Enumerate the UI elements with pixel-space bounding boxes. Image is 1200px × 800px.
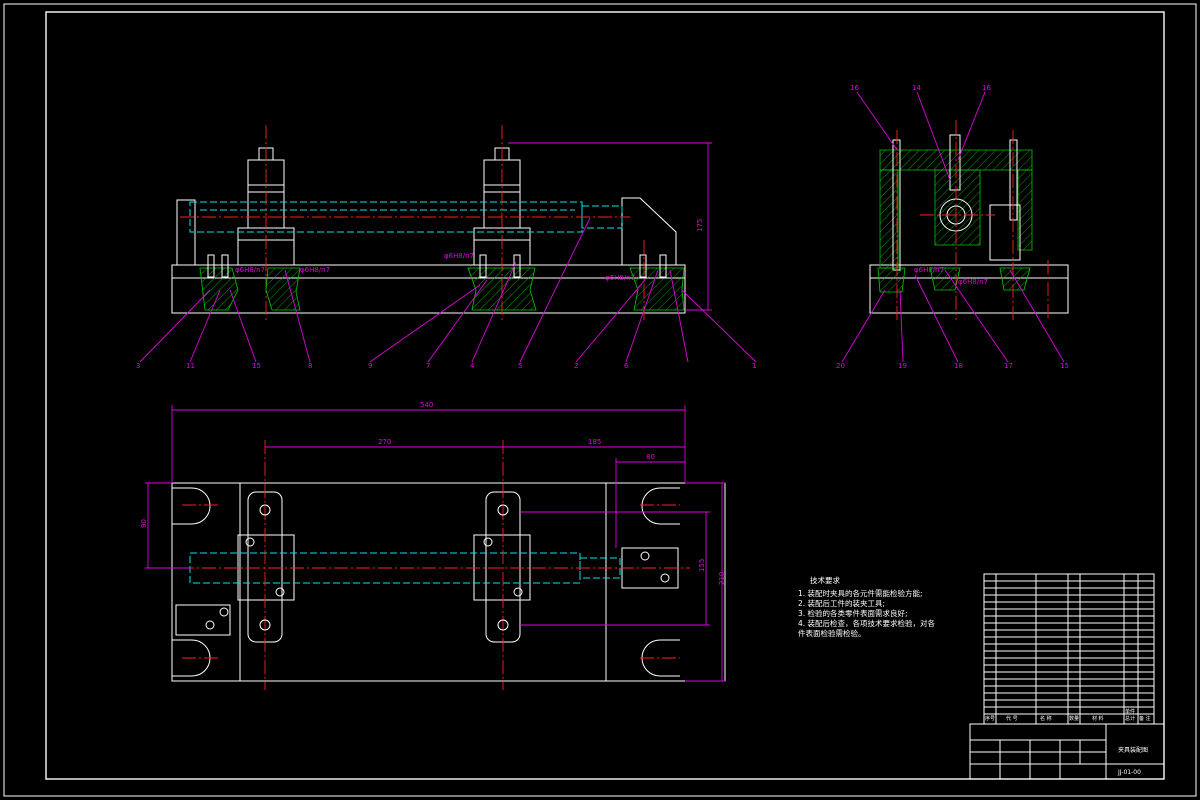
notes-line: 件表面检验需检验。 — [798, 628, 866, 638]
bom-header: 备 注 — [1139, 715, 1151, 722]
dim-90: 90 — [140, 519, 148, 528]
outer-border — [3, 3, 1197, 797]
title-block: 夹具装配图 JJ-01-00 — [969, 723, 1165, 780]
bom-header: 代 号 — [1006, 715, 1018, 722]
balloon: 1 — [752, 362, 756, 370]
balloon: 14 — [912, 84, 921, 92]
notes-line: 2. 装配后工件的装夹工具; — [798, 598, 885, 608]
balloon: 15 — [1060, 362, 1069, 370]
front-view: 175 φ6H8/n7 φ6H8/n7 φ6H8/n7 φ6H8/n7 3 11… — [136, 125, 756, 370]
drawing-title: 夹具装配图 — [1118, 746, 1148, 754]
dim-210: 210 — [718, 572, 726, 585]
balloon: 4 — [470, 362, 475, 370]
balloon: 16 — [982, 84, 991, 92]
balloon: 15 — [252, 362, 261, 370]
bom-header: 数量 — [1069, 715, 1079, 722]
dim-270: 270 — [378, 438, 391, 446]
fit-label: φ6H8/n7 — [958, 278, 988, 286]
fit-label: φ6H8/n7 — [914, 266, 944, 274]
notes-line: 3. 检验的各类零件表面需求良好; — [798, 608, 908, 618]
fit-label: φ6H8/n7 — [235, 266, 265, 274]
notes-line: 1. 装配时夹具的各元件需能检验方能; — [798, 588, 923, 598]
balloon: 18 — [954, 362, 963, 370]
notes-title: 技术要求 — [810, 575, 840, 585]
balloon: 5 — [518, 362, 522, 370]
top-view: 540 270 185 80 90 155 210 — [140, 401, 726, 690]
bom-header: 序号 — [985, 715, 995, 722]
balloon: 6 — [624, 362, 629, 370]
balloon: 8 — [308, 362, 312, 370]
fit-label: φ6H8/n7 — [444, 252, 474, 260]
balloon: 16 — [850, 84, 859, 92]
dim-185: 185 — [588, 438, 601, 446]
balloon: 3 — [136, 362, 140, 370]
cad-drawing-sheet: 175 φ6H8/n7 φ6H8/n7 φ6H8/n7 φ6H8/n7 3 11… — [3, 3, 1197, 797]
dim-155: 155 — [698, 559, 706, 572]
bom-header: 材 料 — [1092, 715, 1104, 722]
balloon: 7 — [426, 362, 430, 370]
side-view: φ6H8/n7 φ6H8/n7 16 14 16 20 19 18 17 15 — [836, 84, 1069, 370]
bom-header: 单件 — [1125, 708, 1135, 715]
bom-header: 名 称 — [1040, 715, 1052, 722]
balloon: 9 — [368, 362, 372, 370]
balloon: 11 — [186, 362, 195, 370]
parts-list: 序号 代 号 名 称 数量 材 料 单件 总计 备 注 — [983, 573, 1155, 725]
fit-label: φ6H8/n7 — [605, 274, 635, 282]
technical-requirements: 技术要求 1. 装配时夹具的各元件需能检验方能; 2. 装配后工件的装夹工具; … — [798, 575, 936, 638]
dim-540: 540 — [420, 401, 433, 409]
drawing-number: JJ-01-00 — [1117, 769, 1141, 776]
bom-header: 总计 — [1125, 715, 1135, 722]
balloon: 19 — [898, 362, 907, 370]
dim-80: 80 — [646, 453, 655, 461]
dim-height-175: 175 — [696, 219, 704, 232]
notes-line: 4. 装配后检查，各项技术要求检验，对各 — [798, 618, 936, 628]
balloon: 20 — [836, 362, 845, 370]
fit-label: φ6H8/n7 — [300, 266, 330, 274]
balloon: 17 — [1004, 362, 1013, 370]
balloon: 2 — [574, 362, 578, 370]
